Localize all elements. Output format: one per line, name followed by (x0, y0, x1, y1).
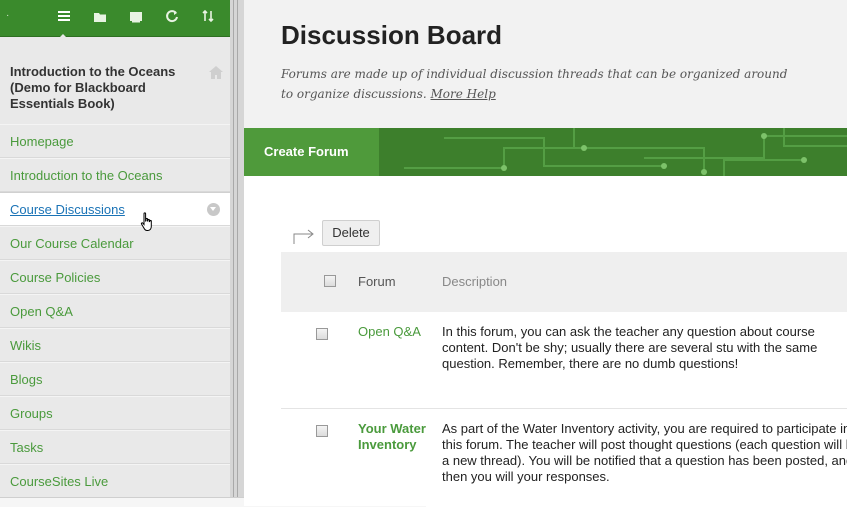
menu-item-course-policies[interactable]: Course Policies (0, 260, 230, 294)
menu-item-introduction-to-the-oceans[interactable]: Introduction to the Oceans (0, 158, 230, 192)
handle-line (233, 0, 234, 506)
sort-icon[interactable] (198, 8, 218, 28)
hand-cursor-icon (139, 212, 155, 232)
forum-description: As part of the Water Inventory activity,… (442, 421, 847, 484)
menu-item-groups[interactable]: Groups (0, 396, 230, 430)
select-all-checkbox[interactable] (324, 275, 336, 287)
menu-item-wikis[interactable]: Wikis (0, 328, 230, 362)
description-line-1: Forums are made up of individual discuss… (281, 67, 788, 81)
folder-icon[interactable] (90, 8, 110, 28)
row-checkbox[interactable] (316, 425, 328, 437)
menu-item-blogs[interactable]: Blogs (0, 362, 230, 396)
page-description: Forums are made up of individual discuss… (281, 64, 847, 104)
row-checkbox[interactable] (316, 328, 328, 340)
course-menu-list: Homepage Introduction to the Oceans Cour… (0, 124, 230, 498)
menu-item-course-discussions[interactable]: Course Discussions (0, 192, 230, 226)
sidebar-resize-handle[interactable] (230, 0, 244, 506)
menu-item-label[interactable]: Course Discussions (10, 202, 125, 217)
column-forum[interactable]: Forum (358, 274, 396, 289)
table-row: Your Water Inventory As part of the Wate… (281, 409, 847, 506)
chevron-down-icon[interactable] (207, 203, 220, 216)
refresh-icon[interactable] (162, 8, 182, 28)
table-header: Forum Description (281, 252, 847, 312)
toolbar-edge-marker: · (6, 10, 10, 21)
table-row: Open Q&A In this forum, you can ask the … (281, 312, 847, 409)
main-content: Discussion Board Forums are made up of i… (244, 0, 847, 506)
course-menu-toolbar: · (0, 0, 230, 41)
more-help-link[interactable]: More Help (431, 87, 496, 101)
forum-table: Forum Description Open Q&A In this forum… (281, 252, 847, 506)
action-bar: Create Forum (244, 128, 847, 176)
handle-line (237, 0, 238, 506)
menu-item-coursesites-live[interactable]: CourseSites Live (0, 464, 230, 498)
create-forum-button[interactable]: Create Forum (244, 128, 379, 176)
description-line-2: to organize discussions. (281, 87, 427, 101)
active-toolbar-caret (56, 34, 70, 41)
page-header: Discussion Board Forums are made up of i… (244, 0, 847, 128)
menu-icon[interactable] (54, 8, 74, 28)
window-icon[interactable] (126, 8, 146, 28)
forum-link[interactable]: Your Water Inventory (358, 421, 434, 453)
menu-item-homepage[interactable]: Homepage (0, 124, 230, 158)
course-title: Introduction to the Oceans (Demo for Bla… (10, 64, 176, 111)
forum-description: In this forum, you can ask the teacher a… (442, 324, 818, 371)
corner-arrow-icon (292, 222, 316, 246)
forum-link[interactable]: Open Q&A (358, 324, 434, 340)
delete-button[interactable]: Delete (322, 220, 380, 246)
menu-item-our-course-calendar[interactable]: Our Course Calendar (0, 226, 230, 260)
menu-item-tasks[interactable]: Tasks (0, 430, 230, 464)
column-description[interactable]: Description (442, 274, 507, 289)
page-title: Discussion Board (281, 20, 503, 50)
course-menu: · Introduction to the Oceans (Demo for B… (0, 0, 230, 506)
home-icon[interactable] (209, 66, 223, 79)
menu-item-open-qa[interactable]: Open Q&A (0, 294, 230, 328)
